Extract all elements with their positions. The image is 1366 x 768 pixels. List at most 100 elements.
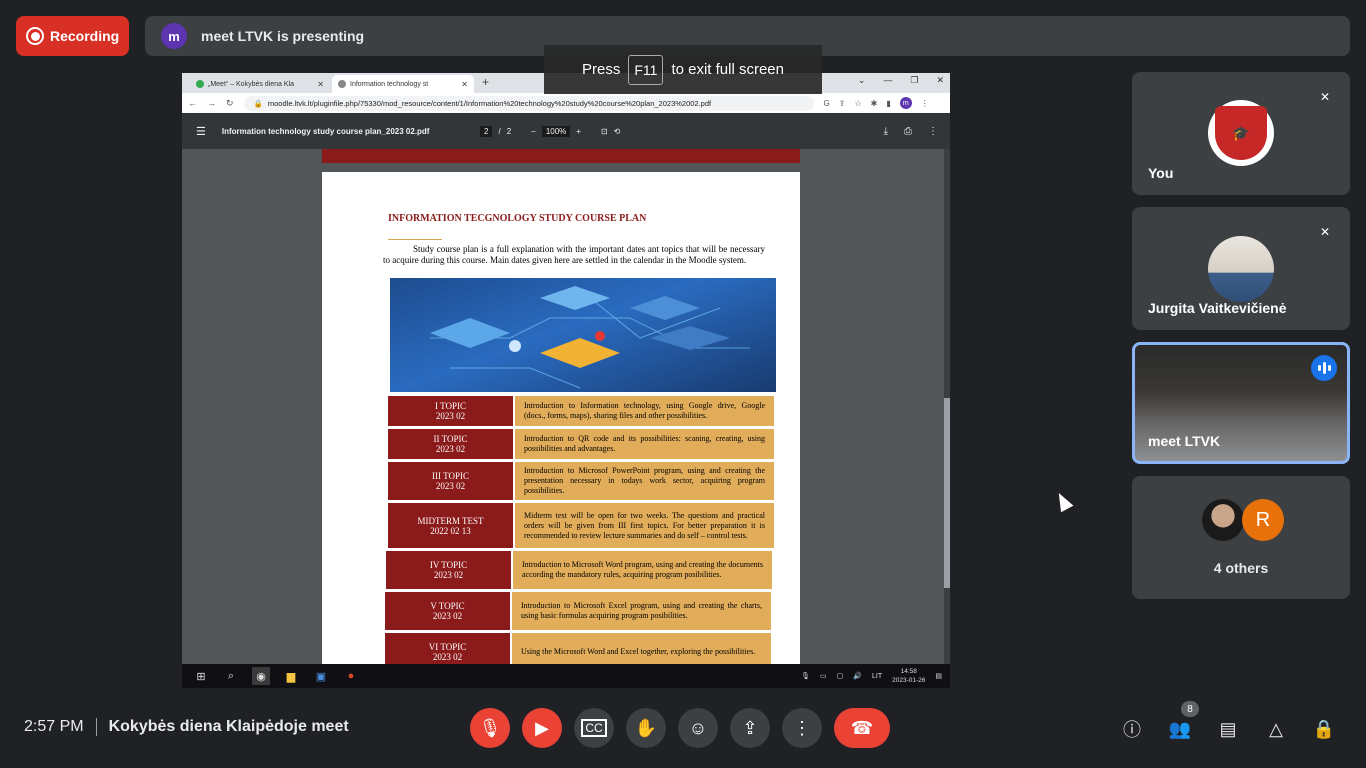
print-icon[interactable]: ⎙ <box>904 126 912 137</box>
windows-start-icon[interactable]: ⊞ <box>192 667 210 685</box>
leave-call-button[interactable]: ☎ <box>834 708 890 748</box>
notification-icon[interactable]: ▤ <box>935 672 942 680</box>
pdf-scrollbar-thumb[interactable] <box>944 398 950 588</box>
more-vert-icon[interactable]: ⋮ <box>921 99 929 108</box>
topic-desc: Introduction to Information technology, … <box>515 396 774 426</box>
meeting-details-button[interactable]: ⓘ <box>1119 716 1145 742</box>
divider <box>95 718 97 736</box>
meeting-time: 2:57 PM <box>24 718 84 735</box>
clock-time: 14:58 <box>900 668 917 675</box>
previous-page-edge <box>322 149 800 163</box>
forward-icon[interactable]: → <box>207 98 216 108</box>
participant-tile-others[interactable]: R 4 others <box>1132 476 1350 599</box>
fit-page-icon[interactable]: ⊡ <box>601 127 608 136</box>
extensions-icon[interactable]: ✱ <box>871 99 878 108</box>
close-icon[interactable]: ✕ <box>461 80 468 89</box>
camera-off-icon: ▶ <box>535 717 549 738</box>
end-call-icon: ☎ <box>850 717 874 738</box>
language-indicator[interactable]: LIT <box>872 673 882 680</box>
window-controls: ⌄ — ❐ ✕ <box>858 75 944 86</box>
zoom-in-icon[interactable]: + <box>576 127 581 136</box>
pdf-actions: ⤓ ⎙ ⋮ <box>884 126 938 137</box>
network-icon[interactable]: ▭ <box>820 672 827 680</box>
topic-cell: I TOPIC 2023 02 <box>388 396 513 426</box>
zoom-out-icon[interactable]: − <box>531 127 536 136</box>
pdf-toolbar: ☰ Information technology study course pl… <box>182 113 950 149</box>
participant-tile-you[interactable]: 🎓 ✕ You <box>1132 72 1350 195</box>
minimize-icon[interactable]: — <box>883 75 892 86</box>
display-icon[interactable]: ▢ <box>837 672 844 680</box>
share-icon[interactable]: ⇪ <box>839 99 846 108</box>
topic-name: IV TOPIC <box>429 560 468 570</box>
page-number-input[interactable]: 2 <box>480 125 493 137</box>
captions-button[interactable]: CC <box>574 708 614 748</box>
more-vert-icon[interactable]: ⋮ <box>928 126 938 137</box>
participant-name: meet LTVK <box>1148 433 1221 449</box>
new-tab-icon[interactable]: + <box>482 75 489 89</box>
participant-avatar-r: R <box>1242 499 1284 541</box>
powerpoint-icon[interactable]: ● <box>342 667 360 685</box>
mic-off-icon: ✕ <box>1319 225 1331 239</box>
close-icon[interactable]: ✕ <box>317 80 324 89</box>
reactions-button[interactable]: ☺ <box>678 708 718 748</box>
topic-row: III TOPIC 2023 02 Introduction to Micros… <box>388 462 776 500</box>
recording-indicator[interactable]: Recording <box>16 16 129 56</box>
page-sep: / <box>498 126 501 136</box>
participant-photo <box>1208 236 1274 302</box>
topic-date: 2023 02 <box>435 444 466 454</box>
shared-screen: „Meet“ – Kokybės diena Kla ✕ Information… <box>182 73 950 688</box>
toolbar-icons: G ⇪ ☆ ✱ ▮ m ⋮ <box>824 97 929 109</box>
more-options-button[interactable]: ⋮ <box>782 708 822 748</box>
activities-icon: △ <box>1269 718 1283 739</box>
tab-label: „Meet“ – Kokybės diena Kla <box>208 80 294 88</box>
app-icon[interactable]: ▣ <box>312 667 330 685</box>
topic-row: IV TOPIC 2023 02 Introduction to Microso… <box>386 551 776 589</box>
activities-button[interactable]: △ <box>1263 716 1289 742</box>
google-icon[interactable]: G <box>824 99 830 108</box>
participant-tile-jurgita[interactable]: ✕ Jurgita Vaitkevičienė <box>1132 207 1350 330</box>
info-icon: ⓘ <box>1123 720 1141 740</box>
browser-tab-pdf[interactable]: Information technology st ✕ <box>332 75 474 93</box>
people-button[interactable]: 👥 <box>1167 716 1193 742</box>
windows-taskbar: ⊞ ⌕ ◉ ▆ ▣ ● 🎙 ▭ ▢ 🔊 LIT 14:58 2023-01-26… <box>182 664 950 688</box>
sidepanel-icon[interactable]: ▮ <box>886 99 890 108</box>
pdf-page: INFORMATION TECGNOLOGY STUDY COURSE PLAN… <box>322 172 800 672</box>
present-screen-icon: ⇪ <box>742 717 758 738</box>
topic-cell: II TOPIC 2023 02 <box>388 429 513 459</box>
reload-icon[interactable]: ↻ <box>226 98 234 109</box>
captions-icon: CC <box>581 719 607 737</box>
rotate-icon[interactable]: ⟲ <box>614 127 621 136</box>
camera-toggle-button[interactable]: ▶ <box>522 708 562 748</box>
topic-date: 2023 02 <box>432 611 463 621</box>
raise-hand-button[interactable]: ✋ <box>626 708 666 748</box>
topic-desc: Introduction to QR code and its possibil… <box>515 429 774 459</box>
browser-tab-meet[interactable]: „Meet“ – Kokybės diena Kla ✕ <box>190 75 330 93</box>
mic-toggle-button[interactable]: 🎙 <box>470 708 510 748</box>
file-explorer-icon[interactable]: ▆ <box>282 667 300 685</box>
chat-button[interactable]: ▤ <box>1215 716 1241 742</box>
url-field[interactable]: 🔒 moodle.ltvk.lt/pluginfile.php/75330/mo… <box>243 95 814 111</box>
present-button[interactable]: ⇪ <box>730 708 770 748</box>
restore-icon[interactable]: ❐ <box>910 75 918 86</box>
participant-avatar <box>1202 499 1244 541</box>
microphone-icon[interactable]: 🎙 <box>801 672 810 680</box>
volume-icon[interactable]: 🔊 <box>853 672 862 680</box>
close-icon[interactable]: ✕ <box>936 75 944 86</box>
profile-avatar[interactable]: m <box>899 97 912 109</box>
emoji-icon: ☺ <box>688 717 708 738</box>
zoom-level[interactable]: 100% <box>541 125 571 137</box>
topic-date: 2023 02 <box>435 481 466 491</box>
star-icon[interactable]: ☆ <box>854 99 861 108</box>
host-controls-button[interactable]: 🔒 <box>1311 716 1337 742</box>
menu-icon[interactable]: ☰ <box>196 125 206 138</box>
topic-row: II TOPIC 2023 02 Introduction to QR code… <box>388 429 776 459</box>
chevron-down-icon[interactable]: ⌄ <box>858 75 866 86</box>
chrome-icon[interactable]: ◉ <box>252 667 270 685</box>
participant-tile-presenter[interactable]: meet LTVK <box>1132 342 1350 464</box>
topic-cell: MIDTERM TEST 2022 02 13 <box>388 503 513 548</box>
taskbar-clock[interactable]: 14:58 2023-01-26 <box>892 667 925 685</box>
topic-row: I TOPIC 2023 02 Introduction to Informat… <box>388 396 776 426</box>
download-icon[interactable]: ⤓ <box>884 126 888 137</box>
back-icon[interactable]: ← <box>188 98 197 108</box>
search-icon[interactable]: ⌕ <box>222 667 240 685</box>
